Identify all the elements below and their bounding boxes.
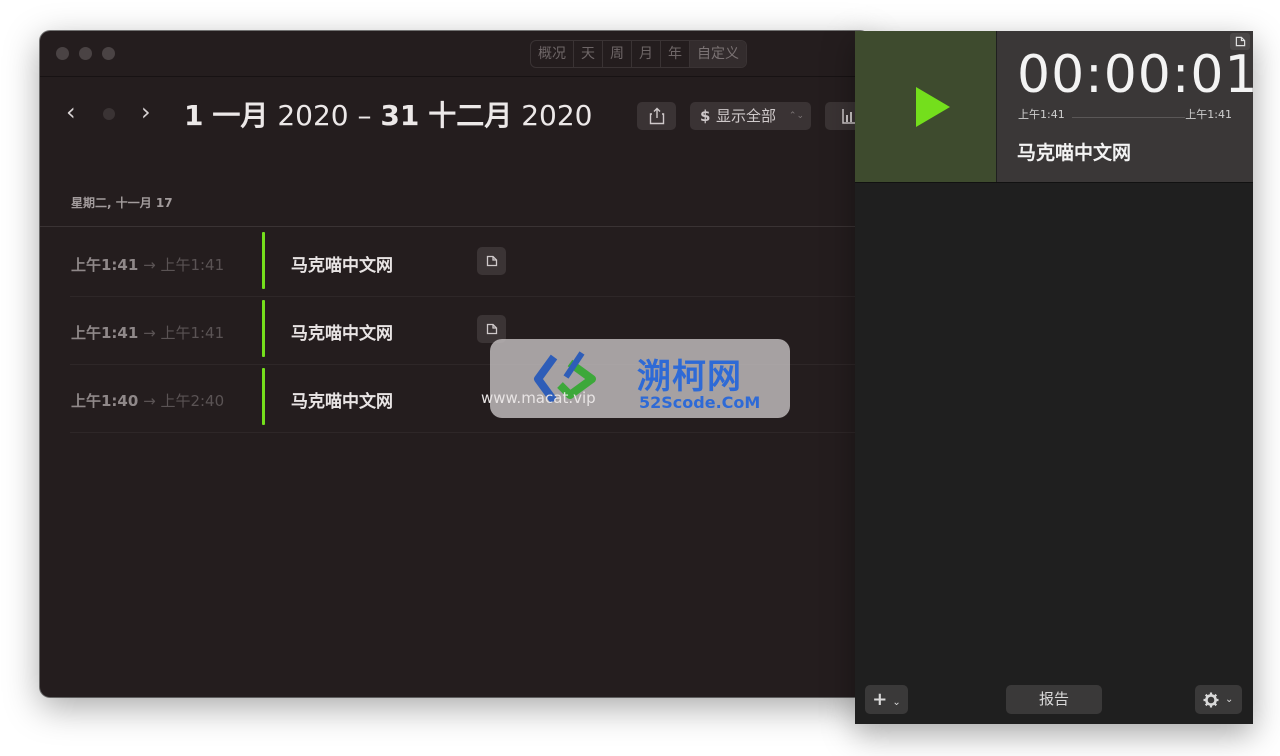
- title-bar: 概况 天 周 月 年 自定义: [40, 31, 870, 77]
- report-button[interactable]: 报告: [1006, 685, 1102, 714]
- arrow-icon: →: [143, 392, 156, 410]
- entry-time-range: 上午1:41 → 上午1:41: [71, 322, 224, 343]
- chevron-down-icon: ⌄: [1225, 694, 1234, 705]
- entry-task-name: 马克喵中文网: [291, 392, 393, 412]
- select-chevron-icon: ⌃⌄: [788, 111, 804, 121]
- timer-end-time: 上午1:41: [1185, 108, 1232, 121]
- panel-bottom-bar: + ⌄ 报告 ⌄: [855, 676, 1253, 724]
- toolbar: ‹ › 1 一月 2020 – 31 十二月 2020 $ 显示全部 ⌃⌄: [40, 77, 870, 157]
- timer-panel: 00:00:01 上午1:41 上午1:41 马克喵中文网 + ⌄ 报告 ⌄: [855, 31, 1258, 724]
- tab-overview[interactable]: 概况: [531, 41, 574, 67]
- entry-start-time: 上午1:41: [71, 324, 139, 342]
- settings-button[interactable]: ⌄: [1195, 685, 1242, 714]
- arrow-icon: →: [143, 324, 156, 342]
- project-color-bar: [262, 300, 265, 357]
- next-period-button[interactable]: ›: [141, 97, 151, 127]
- currency-symbol: $: [700, 107, 711, 125]
- entry-end-time: 上午2:40: [160, 392, 225, 410]
- timer-task-name[interactable]: 马克喵中文网: [1017, 138, 1131, 165]
- note-icon: [486, 323, 497, 335]
- chevron-down-icon: ⌄: [892, 697, 901, 708]
- entry-note-button[interactable]: [477, 247, 506, 275]
- start-month: 一月: [212, 99, 269, 132]
- minimize-window-button[interactable]: [79, 47, 92, 60]
- filter-label: 显示全部: [716, 107, 777, 125]
- entry-end-time: 上午1:41: [160, 256, 225, 274]
- filter-select[interactable]: $ 显示全部 ⌃⌄: [690, 102, 811, 130]
- time-entry-row[interactable]: 上午1:41 → 上午1:41 马克喵中文网: [40, 229, 870, 297]
- today-dot-button[interactable]: [103, 108, 115, 120]
- plus-icon: +: [872, 689, 888, 710]
- divider: [40, 226, 870, 227]
- watermark-code: 52Scode.CoM: [639, 393, 761, 412]
- elapsed-time: 00:00:01: [1017, 45, 1259, 105]
- note-icon: [486, 255, 497, 267]
- tab-week[interactable]: 周: [603, 41, 632, 67]
- row-divider: [70, 432, 870, 433]
- end-month: 十二月: [428, 99, 513, 132]
- gear-icon: [1203, 692, 1219, 708]
- entry-time-range: 上午1:40 → 上午2:40: [71, 390, 224, 411]
- entry-end-time: 上午1:41: [160, 324, 225, 342]
- tab-month[interactable]: 月: [632, 41, 661, 67]
- previous-period-button[interactable]: ‹: [66, 97, 76, 127]
- share-icon: [649, 107, 664, 125]
- entry-task-name: 马克喵中文网: [291, 324, 393, 344]
- entry-time-range: 上午1:41 → 上午1:41: [71, 254, 224, 275]
- tab-custom[interactable]: 自定义: [690, 41, 746, 67]
- close-window-button[interactable]: [56, 47, 69, 60]
- entry-start-time: 上午1:41: [71, 256, 139, 274]
- arrow-icon: →: [143, 256, 156, 274]
- timeline-line: [1072, 117, 1185, 118]
- day-section-header: 星期二, 十一月 17: [71, 196, 173, 210]
- note-icon: [1235, 36, 1245, 47]
- start-day: 1: [184, 99, 204, 132]
- project-color-bar: [262, 232, 265, 289]
- watermark-brand: 溯柯网: [637, 357, 742, 397]
- timer-note-button[interactable]: [1230, 33, 1250, 50]
- tab-day[interactable]: 天: [574, 41, 603, 67]
- range-segmented-control: 概况 天 周 月 年 自定义: [530, 40, 747, 68]
- project-color-bar: [262, 368, 265, 425]
- date-range-title: 1 一月 2020 – 31 十二月 2020: [184, 97, 592, 135]
- timer-start-time: 上午1:41: [1018, 108, 1065, 121]
- play-button[interactable]: [855, 31, 996, 182]
- play-icon: [916, 87, 950, 127]
- start-year: 2020: [277, 99, 349, 132]
- tab-year[interactable]: 年: [661, 41, 690, 67]
- zoom-window-button[interactable]: [102, 47, 115, 60]
- end-day: 31: [380, 99, 420, 132]
- watermark-url: www.macat.vip: [481, 389, 596, 407]
- entry-task-name: 马克喵中文网: [291, 256, 393, 276]
- entry-start-time: 上午1:40: [71, 392, 139, 410]
- add-entry-button[interactable]: + ⌄: [865, 685, 908, 714]
- share-button[interactable]: [637, 102, 676, 130]
- divider: [855, 182, 1253, 183]
- range-dash: –: [357, 99, 372, 132]
- timer-info: 00:00:01 上午1:41 上午1:41 马克喵中文网: [997, 31, 1258, 182]
- end-year: 2020: [521, 99, 593, 132]
